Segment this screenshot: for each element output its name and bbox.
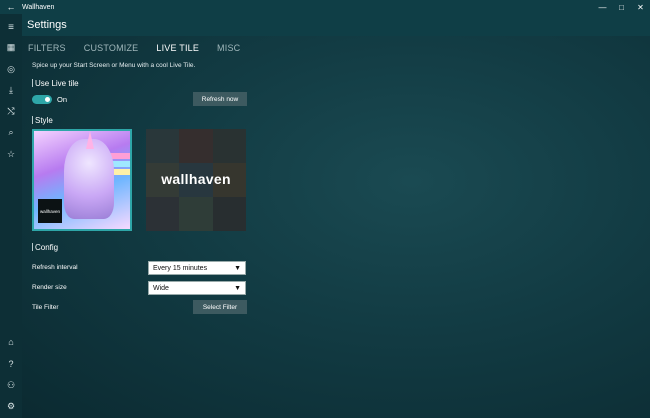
refresh-interval-label: Refresh interval [32, 264, 78, 271]
minimize-icon[interactable]: — [593, 3, 612, 12]
settings-panel: FILTERS CUSTOMIZE LIVE TILE MISC Spice u… [22, 36, 650, 418]
unicorn-horn [86, 131, 94, 149]
tab-customize[interactable]: CUSTOMIZE [84, 43, 139, 53]
render-size-select[interactable]: Wide ▼ [148, 281, 246, 295]
refresh-now-button[interactable]: Refresh now [193, 92, 247, 106]
help-icon[interactable]: ? [0, 359, 22, 369]
nav-rail: ≡ ▦ ◎ ⤓ ⤭ ⌕ ☆ ⌂ ? ⚇ ⚙ [0, 14, 23, 418]
menu-icon[interactable]: ≡ [0, 22, 22, 33]
select-filter-button[interactable]: Select Filter [193, 300, 247, 314]
star-icon[interactable]: ☆ [0, 149, 22, 160]
render-size-value: Wide [153, 284, 169, 292]
shuffle-icon[interactable]: ⤭ [0, 106, 22, 117]
page-header: Settings [22, 14, 650, 36]
tile-style-logo[interactable]: wallhaven [146, 129, 246, 231]
live-tile-toggle[interactable] [32, 95, 52, 104]
app-title: Wallhaven [22, 3, 55, 11]
live-tile-description: Spice up your Start Screen or Menu with … [32, 62, 196, 69]
tile-filter-label: Tile Filter [32, 304, 59, 311]
chevron-down-icon: ▼ [234, 264, 241, 272]
search-icon[interactable]: ⌕ [0, 127, 22, 138]
close-icon[interactable]: ✕ [631, 3, 650, 12]
back-icon[interactable]: ← [0, 2, 22, 12]
download-icon[interactable]: ⤓ [0, 85, 22, 96]
tab-misc[interactable]: MISC [217, 43, 240, 53]
refresh-interval-value: Every 15 minutes [153, 264, 208, 272]
tab-live-tile[interactable]: LIVE TILE [156, 43, 199, 53]
unicorn-image [64, 139, 114, 219]
wallhaven-logo: wallhaven [161, 171, 231, 187]
toggle-knob [45, 97, 50, 102]
grid-icon[interactable]: ▦ [0, 42, 22, 53]
settings-icon[interactable]: ⚙ [0, 401, 22, 412]
tile-style-unicorn[interactable]: wallhaven [32, 129, 132, 231]
home-icon[interactable]: ⌂ [0, 337, 22, 347]
page-title: Settings [27, 19, 67, 31]
render-size-label: Render size [32, 284, 67, 291]
globe-icon[interactable]: ◎ [0, 64, 22, 75]
title-bar: ← Wallhaven — □ ✕ [0, 0, 650, 14]
style-heading: Style [32, 116, 53, 125]
chevron-down-icon: ▼ [234, 284, 241, 292]
tile-badge: wallhaven [38, 199, 62, 223]
config-heading: Config [32, 243, 58, 252]
maximize-icon[interactable]: □ [612, 3, 631, 12]
toggle-state-label: On [57, 95, 68, 104]
tab-bar: FILTERS CUSTOMIZE LIVE TILE MISC [28, 43, 240, 53]
user-icon[interactable]: ⚇ [0, 380, 22, 391]
use-live-tile-heading: Use Live tile [32, 79, 79, 88]
refresh-interval-select[interactable]: Every 15 minutes ▼ [148, 261, 246, 275]
tab-filters[interactable]: FILTERS [28, 43, 66, 53]
